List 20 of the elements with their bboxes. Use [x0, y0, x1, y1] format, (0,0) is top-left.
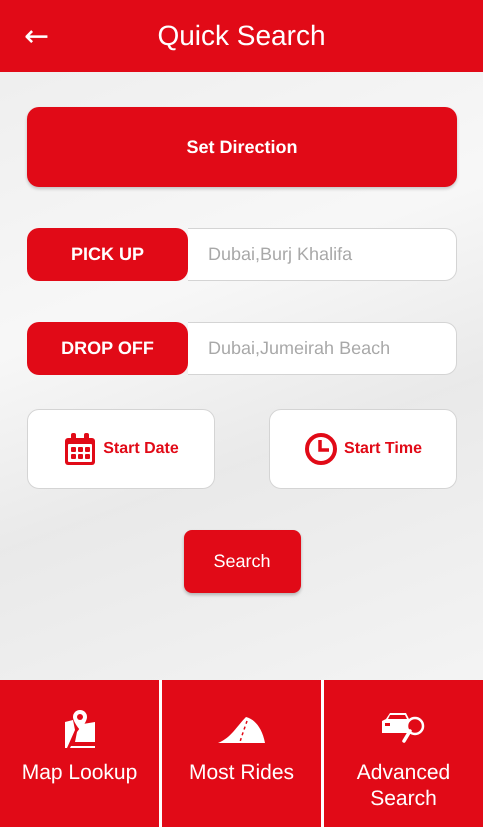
back-button[interactable]: ←: [24, 18, 50, 54]
nav-tab[interactable]: Advanced Search: [324, 680, 483, 827]
location-input[interactable]: Dubai,Jumeirah Beach: [188, 322, 457, 375]
map-pin-icon: [62, 710, 96, 748]
time-picker-button[interactable]: Start Time: [269, 409, 457, 489]
road-icon: [218, 715, 266, 743]
search-button[interactable]: Search: [184, 530, 300, 593]
date-picker-button[interactable]: Start Date: [27, 409, 215, 489]
location-input[interactable]: Dubai,Burj Khalifa: [188, 228, 457, 281]
nav-label: Map Lookup: [20, 760, 138, 786]
page-title: Quick Search: [156, 20, 327, 52]
nav-label: Most Rides: [188, 760, 296, 786]
calendar-icon: [63, 432, 98, 466]
nav-tab[interactable]: Map Lookup: [0, 680, 159, 827]
clock-icon: [304, 432, 338, 466]
location-label: PICK UP: [27, 228, 188, 281]
set-direction-button[interactable]: Set Direction: [27, 107, 457, 187]
location-label: DROP OFF: [27, 322, 188, 375]
nav-label: Advanced Search: [356, 760, 452, 812]
nav-tab[interactable]: Most Rides: [162, 680, 321, 827]
